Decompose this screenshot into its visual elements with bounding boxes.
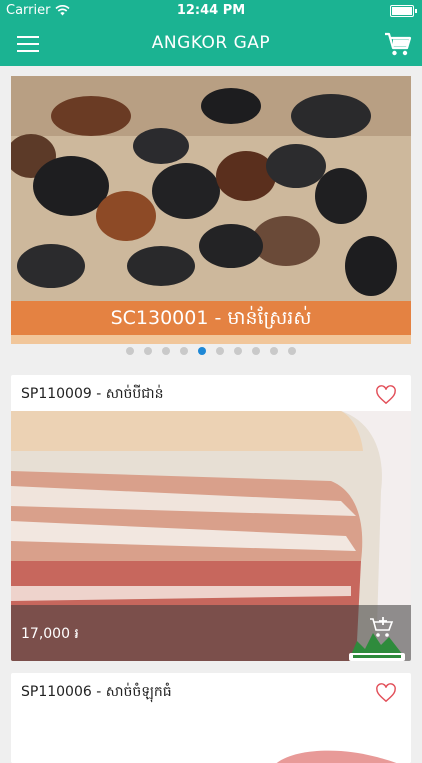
product-photo-pork <box>11 709 411 763</box>
navigation-bar: ANGKOR GAP <box>0 22 422 66</box>
heart-outline-icon[interactable] <box>375 683 397 703</box>
banner-caption-underline <box>11 335 411 344</box>
carousel-dot[interactable] <box>162 347 170 355</box>
product-name: SP110006 - សាច់ចំឡុកធំ <box>21 684 172 700</box>
shopping-cart-icon[interactable] <box>384 31 412 57</box>
carousel-dot[interactable] <box>198 347 206 355</box>
price-bar: 17,000 ៛ <box>11 605 411 661</box>
carousel-dot[interactable] <box>180 347 188 355</box>
heart-outline-icon[interactable] <box>375 385 397 405</box>
carousel-dot[interactable] <box>270 347 278 355</box>
app-title: ANGKOR GAP <box>151 33 271 53</box>
carousel-dot[interactable] <box>216 347 224 355</box>
status-time: 12:44 PM <box>176 3 246 18</box>
add-to-cart-icon[interactable] <box>369 615 395 639</box>
carousel-page-indicator[interactable] <box>0 347 422 357</box>
carousel-dot[interactable] <box>144 347 152 355</box>
carousel-dot[interactable] <box>252 347 260 355</box>
carousel-dot[interactable] <box>234 347 242 355</box>
featured-banner[interactable]: SC130001 - មាន់ស្រែរស់ <box>11 76 411 344</box>
product-price: 17,000 ៛ <box>21 626 79 642</box>
battery-icon <box>390 5 417 17</box>
carousel-dot[interactable] <box>126 347 134 355</box>
status-bar: Carrier 12:44 PM <box>0 0 422 22</box>
carousel-dot[interactable] <box>288 347 296 355</box>
product-card[interactable]: SP110009 - សាច់បីជាន់ 17,000 ៛ <box>11 375 411 661</box>
banner-caption: SC130001 - មាន់ស្រែរស់ <box>11 301 411 335</box>
product-name: SP110009 - សាច់បីជាន់ <box>21 386 164 402</box>
